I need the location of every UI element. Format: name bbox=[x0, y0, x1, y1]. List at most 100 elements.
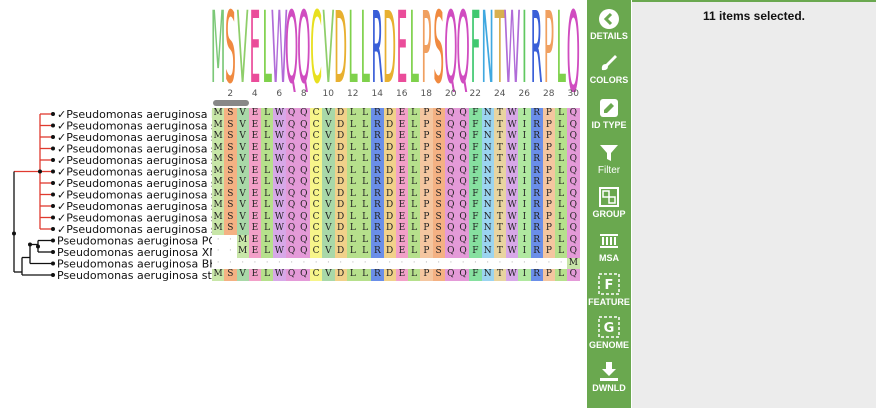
residue-cell: F bbox=[469, 154, 482, 166]
msa-button[interactable]: MSA bbox=[587, 230, 631, 263]
tree-node[interactable] bbox=[38, 169, 42, 174]
residue-cell: S bbox=[224, 108, 237, 120]
alignment-row: MSVELWQQCVDLLRDELPSQQFNTWIRPLQ bbox=[212, 108, 580, 120]
residue-cell: · bbox=[224, 257, 237, 269]
alignment-row: · · M E L W Q Q C V D L L R D E L P S Q Q F N T W I R P L Q bbox=[212, 246, 580, 258]
tree-leaf-node[interactable] bbox=[51, 261, 55, 266]
residue-cell: F bbox=[469, 119, 482, 131]
residue-cell: L bbox=[261, 200, 274, 212]
tree-node[interactable] bbox=[36, 244, 40, 249]
residue-cell: W bbox=[273, 142, 286, 154]
residue-cell: S bbox=[224, 119, 237, 131]
group-button[interactable]: GROUP bbox=[587, 186, 631, 219]
tree-node[interactable] bbox=[12, 231, 16, 236]
residue-cell: L bbox=[359, 165, 372, 177]
residue-cell: S bbox=[224, 177, 237, 189]
residue-cell: T bbox=[493, 246, 506, 258]
residue-cell: N bbox=[481, 142, 494, 154]
tree-leaf-node[interactable] bbox=[51, 215, 55, 220]
panel-top-border bbox=[632, 0, 876, 2]
residue-cell: L bbox=[261, 269, 274, 281]
residue-cell: P bbox=[420, 177, 433, 189]
ruler-tick-label: 22 bbox=[469, 89, 481, 99]
alignment-grid[interactable]: MSVELWQQCVDLLRDELPSQQFNTWIRPLQ MSVELWQQCV… bbox=[212, 108, 580, 281]
logo-letter: D bbox=[334, 6, 347, 92]
horizontal-scroll-thumb[interactable] bbox=[213, 100, 249, 106]
residue-cell: L bbox=[346, 234, 359, 246]
feature-button[interactable]: F FEATURE bbox=[587, 272, 631, 307]
ruler-tick-label: 6 bbox=[276, 89, 283, 99]
details-button[interactable]: DETAILS bbox=[587, 8, 631, 41]
residue-cell: L bbox=[346, 108, 359, 120]
residue-cell: S bbox=[432, 131, 445, 143]
ruler-tick-label: 20 bbox=[445, 89, 457, 99]
residue-cell: Q bbox=[567, 154, 580, 166]
tree-leaf-node[interactable] bbox=[51, 238, 55, 243]
details-label: DETAILS bbox=[590, 31, 628, 41]
sequence-logo: MSVELWQQCVDLLRDELPSQQFNTWIRPLQV bbox=[212, 6, 580, 92]
colors-button[interactable]: COLORS bbox=[587, 52, 631, 85]
residue-cell: · bbox=[334, 257, 347, 269]
residue-cell: Q bbox=[457, 177, 470, 189]
download-button[interactable]: DWNLD bbox=[587, 360, 631, 393]
residue-cell: Q bbox=[444, 119, 457, 131]
tree-leaf-node[interactable] bbox=[51, 192, 55, 197]
residue-cell: W bbox=[506, 154, 519, 166]
residue-cell: S bbox=[432, 165, 445, 177]
residue-cell: E bbox=[395, 269, 408, 281]
tree-leaf-label[interactable]: Pseudomonas aeruginosa strain bbox=[57, 269, 212, 282]
tree-leaf-node[interactable] bbox=[51, 112, 55, 116]
alignment-row: MSVELWQQCVDLLRDELPSQQFNTWIRPLQ bbox=[212, 188, 580, 200]
residue-cell: I bbox=[518, 269, 531, 281]
residue-cell: C bbox=[310, 119, 323, 131]
residue-cell: Q bbox=[567, 223, 580, 235]
residue-cell: L bbox=[359, 234, 372, 246]
filter-button[interactable]: Filter bbox=[587, 142, 631, 176]
logo-letter: L bbox=[409, 6, 419, 92]
residue-cell: V bbox=[322, 200, 335, 212]
genome-button[interactable]: G GENOME bbox=[587, 315, 631, 350]
phylogenetic-tree[interactable]: ✓Pseudomonas aeruginosa PAK✓Pseudomonas … bbox=[0, 100, 212, 285]
tree-node[interactable] bbox=[28, 242, 32, 247]
residue-cell: T bbox=[493, 234, 506, 246]
tree-leaf-node[interactable] bbox=[51, 123, 55, 128]
residue-cell: I bbox=[518, 200, 531, 212]
residue-cell: Q bbox=[297, 211, 310, 223]
residue-cell: Q bbox=[567, 234, 580, 246]
tree-leaf-node[interactable] bbox=[51, 250, 55, 254]
residue-cell: P bbox=[542, 246, 555, 258]
residue-cell: R bbox=[371, 142, 384, 154]
id-type-button[interactable]: ID TYPE bbox=[587, 97, 631, 130]
tree-leaf-node[interactable] bbox=[51, 181, 55, 185]
residue-cell: V bbox=[322, 154, 335, 166]
residue-cell: V bbox=[236, 165, 249, 177]
tree-leaf-node[interactable] bbox=[51, 135, 55, 139]
logo-letter: E bbox=[396, 6, 407, 92]
tree-leaf-node[interactable] bbox=[51, 227, 55, 231]
residue-cell: P bbox=[542, 200, 555, 212]
residue-cell: S bbox=[432, 108, 445, 120]
residue-cell: V bbox=[322, 234, 335, 246]
residue-cell: Q bbox=[444, 223, 457, 235]
residue-cell: T bbox=[493, 154, 506, 166]
alignment-row: MSVELWQQCVDLLRDELPSQQFNTWIRPLQ bbox=[212, 154, 580, 166]
residue-cell: N bbox=[481, 269, 494, 281]
alignment-row: MSVELWQQCVDLLRDELPSQQFNTWIRPLQ bbox=[212, 177, 580, 189]
tree-leaf-node[interactable] bbox=[51, 158, 55, 162]
residue-cell: N bbox=[481, 211, 494, 223]
residue-cell: R bbox=[530, 119, 543, 131]
tree-leaf-node[interactable] bbox=[51, 169, 55, 174]
residue-cell: S bbox=[432, 142, 445, 154]
residue-cell: L bbox=[346, 119, 359, 131]
residue-cell: E bbox=[395, 234, 408, 246]
tree-leaf-node[interactable] bbox=[51, 273, 55, 277]
residue-cell: R bbox=[371, 211, 384, 223]
residue-cell: F bbox=[469, 131, 482, 143]
residue-cell: · bbox=[322, 257, 335, 269]
tree-leaf-node[interactable] bbox=[51, 146, 55, 151]
tree-leaf-node[interactable] bbox=[51, 204, 55, 208]
logo-letter: I bbox=[522, 6, 527, 92]
residue-cell: Q bbox=[567, 142, 580, 154]
residue-cell: L bbox=[359, 211, 372, 223]
residue-cell: Q bbox=[285, 234, 298, 246]
